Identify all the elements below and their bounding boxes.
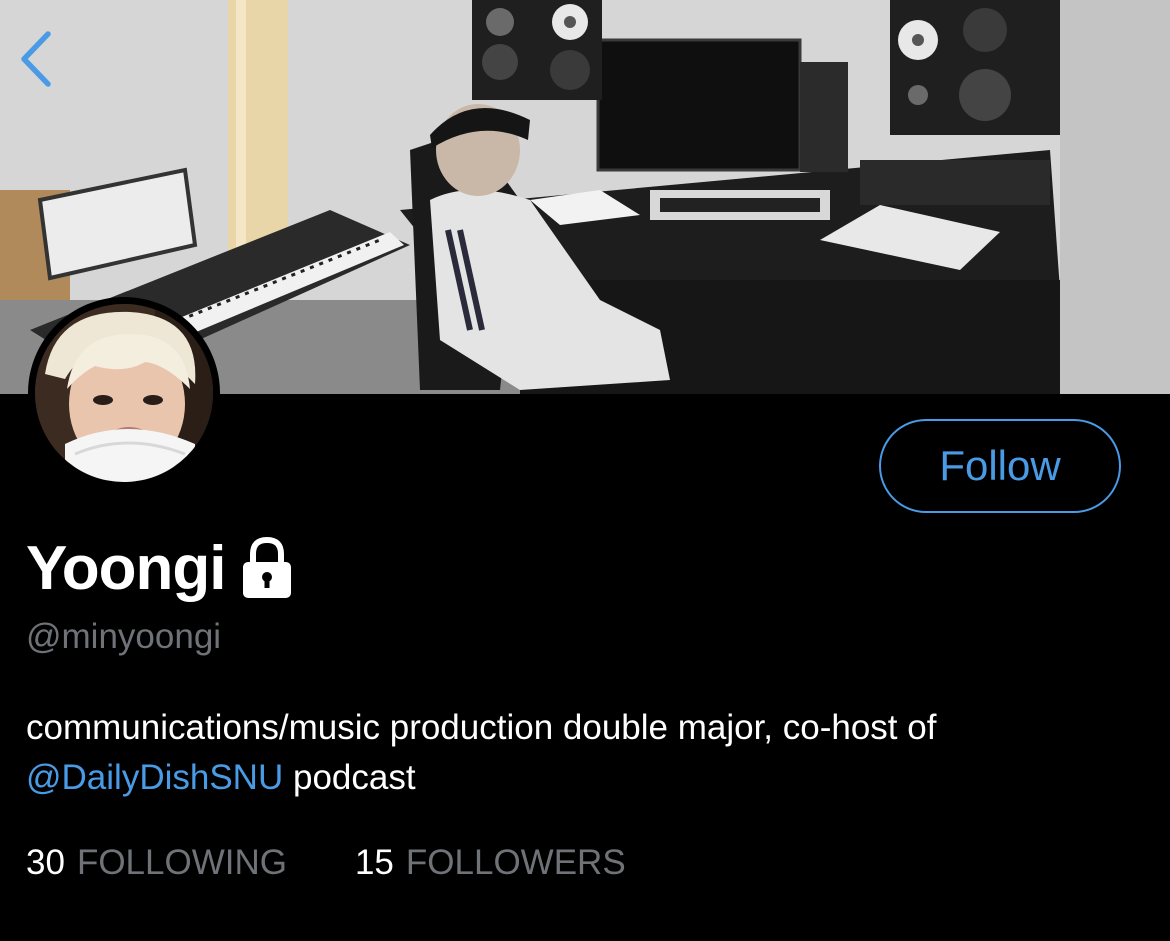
followers-label: FOLLOWERS	[405, 843, 626, 882]
followers-stat[interactable]: 15 FOLLOWERS	[355, 843, 626, 883]
user-handle: @minyoongi	[26, 617, 222, 656]
followers-count: 15	[354, 843, 394, 882]
chevron-left-icon	[21, 31, 51, 87]
bio-text-after: podcast	[283, 758, 416, 797]
display-name: Yoongi	[26, 533, 226, 603]
bio-mention-link[interactable]: @DailyDishSNU	[26, 758, 283, 797]
following-count: 30	[26, 843, 65, 882]
avatar-image	[35, 304, 213, 482]
lock-icon	[243, 536, 292, 598]
avatar-photo	[35, 304, 213, 482]
avatar[interactable]	[28, 297, 220, 489]
display-name-row: Yoongi	[26, 530, 295, 606]
back-button[interactable]	[18, 30, 74, 102]
following-label: FOLLOWING	[76, 843, 287, 882]
following-stat[interactable]: 30 FOLLOWING	[26, 843, 287, 883]
profile-page: Follow Yoongi @minyoongi communications/…	[0, 0, 1170, 941]
bio: communications/music production double m…	[26, 703, 1146, 803]
bio-text-before: communications/music production double m…	[26, 708, 937, 747]
follow-stats: 30 FOLLOWING 15 FOLLOWERS	[26, 838, 626, 888]
follow-button[interactable]: Follow	[879, 419, 1121, 513]
